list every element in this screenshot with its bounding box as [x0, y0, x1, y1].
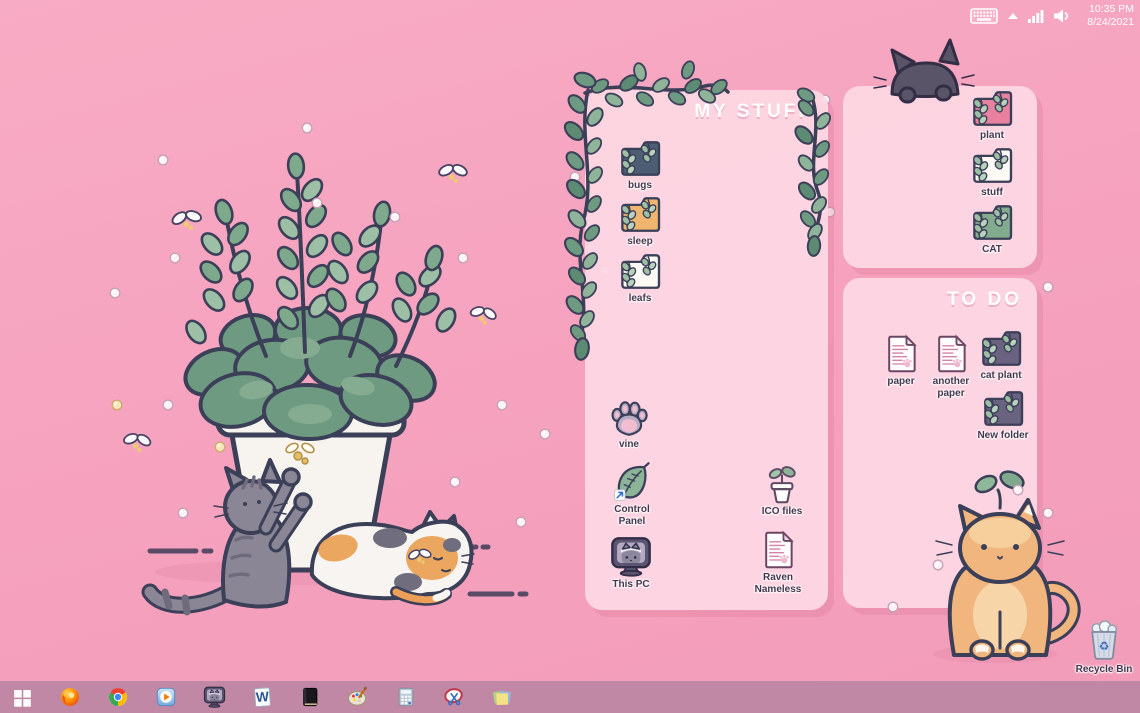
butterflies: [121, 163, 499, 566]
icon-label: Raven Nameless: [747, 572, 809, 596]
stem-leaves: [182, 153, 458, 347]
folder-vine-icon: [618, 196, 662, 234]
snipping-tool-icon: [443, 686, 465, 708]
leaf-shortcut-icon: [612, 462, 652, 502]
flower-pot: [218, 407, 404, 570]
icon-label: plant: [980, 130, 1004, 142]
icon-label: Recycle Bin: [1076, 664, 1133, 676]
sticky-notes-icon: [491, 686, 513, 708]
taskbar: W: [0, 681, 1140, 713]
svg-text:W: W: [255, 689, 269, 705]
calico-cat: [312, 512, 474, 600]
cat-monitor-icon: [203, 686, 226, 708]
desktop-icon-leafs[interactable]: leafs: [602, 253, 678, 305]
bee-drawing-on-pot: [284, 441, 315, 464]
media-player-icon: [155, 686, 177, 708]
taskbar-icon-cat-pc[interactable]: [202, 685, 226, 709]
word-icon: W: [251, 686, 273, 708]
taskbar-icon-black-book[interactable]: [298, 685, 322, 709]
windows-logo-icon: [12, 687, 33, 708]
folder-vine-icon: [970, 90, 1014, 128]
taskbar-icon-paint[interactable]: [346, 685, 370, 709]
taskbar-icon-snipping-tool[interactable]: [442, 685, 466, 709]
ground-shadow: [155, 559, 455, 585]
icon-label: sleep: [627, 236, 653, 248]
folder-vine-icon: [979, 330, 1023, 368]
icon-label: CAT: [982, 244, 1002, 256]
desktop-icon-cat-plant[interactable]: cat plant: [963, 330, 1039, 382]
taskbar-icon-media-player[interactable]: [154, 685, 178, 709]
icon-label: stuff: [981, 187, 1003, 199]
cat-monitor-icon: [609, 536, 653, 577]
potted-sprout-icon: [764, 464, 800, 504]
black-book-icon: [299, 686, 321, 708]
panel-todo-title: TO DO: [947, 289, 1022, 311]
tray-clock[interactable]: 10:35 PM 8/24/2021: [1080, 3, 1134, 29]
desktop-icon-sleep[interactable]: sleep: [602, 196, 678, 248]
folder-vine-icon: [970, 147, 1014, 185]
calculator-icon: [395, 686, 417, 708]
folder-vine-icon: [981, 390, 1025, 428]
icon-label: paper: [887, 376, 914, 388]
taskbar-icon-calculator[interactable]: [394, 685, 418, 709]
desktop-icon-raven-nameless[interactable]: Raven Nameless: [740, 530, 816, 596]
desktop-icon-stuff[interactable]: stuff: [954, 147, 1030, 199]
chrome-icon: [107, 686, 129, 708]
system-tray: 10:35 PM 8/24/2021: [970, 0, 1134, 32]
tray-volume-icon[interactable]: [1054, 9, 1070, 23]
icon-label: ICO files: [762, 506, 803, 518]
recycle-bin-icon: [1084, 620, 1124, 662]
taskbar-icon-firefox[interactable]: [58, 685, 82, 709]
desktop-icon-recycle-bin[interactable]: Recycle Bin: [1066, 620, 1140, 676]
icon-label: vine: [619, 439, 639, 451]
desktop-icon-ico-files[interactable]: ICO files: [744, 464, 820, 518]
canopy-highlights: [238, 337, 377, 424]
folder-vine-icon: [618, 253, 662, 291]
tray-network-icon[interactable]: [1028, 9, 1044, 23]
desktop-icon-bugs[interactable]: bugs: [602, 140, 678, 192]
desktop-icon-cat[interactable]: CAT: [954, 204, 1030, 256]
plant-canopy: [178, 308, 442, 441]
tray-time: 10:35 PM: [1080, 3, 1134, 16]
icon-label: cat plant: [980, 370, 1021, 382]
desktop-icon-control-panel[interactable]: Control Panel: [594, 462, 670, 528]
start-button[interactable]: [10, 685, 34, 709]
taskbar-icon-chrome[interactable]: [106, 685, 130, 709]
panel-my-stuff-title: MY STUFF: [694, 101, 813, 123]
tray-keyboard-icon[interactable]: [970, 6, 998, 26]
ground-dashes: [150, 547, 526, 594]
desktop-icon-this-pc[interactable]: This PC: [593, 536, 669, 591]
folder-vine-icon: [618, 140, 662, 178]
tray-hidden-icons-chevron[interactable]: [1008, 12, 1018, 20]
firefox-icon: [59, 686, 81, 708]
paw-icon: [609, 400, 649, 437]
taskbar-icon-sticky-notes[interactable]: [490, 685, 514, 709]
icon-label: Control Panel: [601, 504, 663, 528]
icon-label: This PC: [612, 579, 649, 591]
icon-label: leafs: [629, 293, 652, 305]
tray-date: 8/24/2021: [1080, 16, 1134, 29]
gray-cat: [150, 460, 311, 612]
taskbar-icon-word[interactable]: W: [250, 685, 274, 709]
desktop-icon-plant[interactable]: plant: [954, 90, 1030, 142]
plant-stems: [227, 172, 433, 366]
document-icon: [761, 530, 795, 570]
panel-todo: TO DO: [843, 278, 1037, 608]
icon-label: bugs: [628, 180, 652, 192]
folder-vine-icon: [970, 204, 1014, 242]
desktop-icon-new-folder[interactable]: New folder: [965, 390, 1041, 442]
desktop-icon-vine[interactable]: vine: [591, 400, 667, 451]
paint-icon: [347, 686, 369, 708]
icon-label: New folder: [977, 430, 1028, 442]
